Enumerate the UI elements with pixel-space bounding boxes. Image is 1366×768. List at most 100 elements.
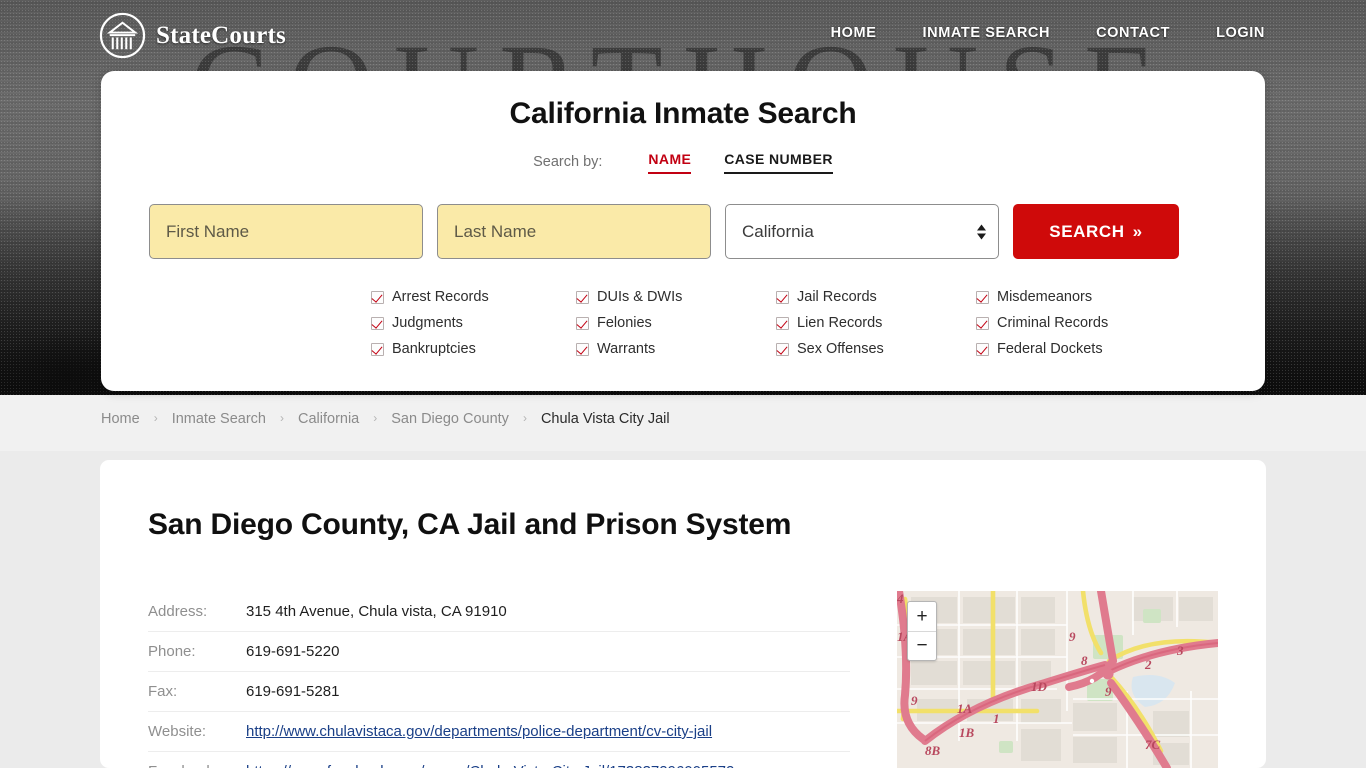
checkbox-checked-icon (976, 290, 989, 304)
checkbox-checked-icon (576, 342, 589, 356)
search-by-label: Search by: (533, 154, 603, 170)
feature-item: Warrants (576, 341, 776, 357)
feature-label: Federal Dockets (997, 341, 1103, 357)
checkbox-checked-icon (576, 290, 589, 304)
nav-item-inmate-search[interactable]: INMATE SEARCH (900, 25, 1074, 41)
search-button[interactable]: SEARCH » (1013, 204, 1179, 259)
feature-item: Sex Offenses (776, 341, 976, 357)
search-form: California SEARCH » (149, 204, 1217, 259)
tab-search-by-case-number[interactable]: CASE NUMBER (724, 151, 833, 174)
row-value: 619-691-5281 (246, 683, 340, 700)
chevron-right-icon: › (153, 411, 158, 425)
chevron-right-icon: › (373, 411, 378, 425)
feature-label: Arrest Records (392, 289, 489, 305)
search-by-tabs: Search by: NAME CASE NUMBER (101, 151, 1265, 174)
state-select[interactable]: California (725, 204, 999, 259)
feature-label: Jail Records (797, 289, 877, 305)
feature-label: Sex Offenses (797, 341, 884, 357)
brand-name: StateCourts (156, 21, 286, 49)
row-value-link: https://www.facebook.com/pages/Chula-Vis… (246, 752, 850, 768)
feature-item: Jail Records (776, 289, 976, 305)
svg-text:1D: 1D (1031, 679, 1048, 694)
checkbox-checked-icon (776, 290, 789, 304)
main-menu: HOME INMATE SEARCH CONTACT LOGIN (808, 25, 1288, 41)
page-title: San Diego County, CA Jail and Prison Sys… (148, 508, 792, 541)
checkbox-checked-icon (976, 342, 989, 356)
search-button-label: SEARCH (1049, 221, 1125, 241)
location-map[interactable]: 4 1A 9 8B 1B 1A 1 1D 8 9 9 2 3 7C + − (897, 591, 1218, 768)
svg-text:3: 3 (1176, 643, 1184, 658)
feature-item: Felonies (576, 315, 776, 331)
top-navigation-bar: StateCourts HOME INMATE SEARCH CONTACT L… (0, 0, 1366, 71)
feature-item: Misdemeanors (976, 289, 1181, 305)
svg-text:8B: 8B (925, 743, 941, 758)
facility-detail-card: San Diego County, CA Jail and Prison Sys… (100, 460, 1266, 768)
courthouse-circle-icon (99, 12, 146, 59)
checkbox-checked-icon (776, 342, 789, 356)
svg-text:9: 9 (911, 693, 918, 708)
svg-text:7C: 7C (1145, 737, 1161, 752)
svg-text:8: 8 (1081, 653, 1088, 668)
row-label: Fax: (148, 683, 178, 700)
feature-label: Misdemeanors (997, 289, 1093, 305)
chevron-right-icon: › (522, 411, 527, 425)
map-zoom-controls: + − (907, 601, 937, 661)
record-type-list: Arrest Records DUIs & DWIs Jail Records … (371, 289, 1181, 357)
svg-text:1A: 1A (957, 701, 973, 716)
nav-item-home[interactable]: HOME (808, 25, 900, 41)
table-row: Phone: 619-691-5220 (148, 632, 850, 672)
feature-item: Arrest Records (371, 289, 576, 305)
map-tiles: 4 1A 9 8B 1B 1A 1 1D 8 9 9 2 3 7C (897, 591, 1218, 768)
nav-item-login[interactable]: LOGIN (1193, 25, 1288, 41)
row-label: Address: (148, 603, 208, 620)
row-label: Facebook: (148, 752, 246, 768)
zoom-out-button[interactable]: − (908, 631, 936, 660)
feature-item: Bankruptcies (371, 341, 576, 357)
checkbox-checked-icon (371, 342, 384, 356)
table-row: Address: 315 4th Avenue, Chula vista, CA… (148, 592, 850, 632)
feature-item: Judgments (371, 315, 576, 331)
feature-label: Felonies (597, 315, 652, 331)
brand-logo-link[interactable]: StateCourts (99, 12, 286, 59)
feature-label: Bankruptcies (392, 341, 476, 357)
breadcrumb-item-california[interactable]: California (298, 411, 359, 427)
row-label: Phone: (148, 643, 196, 660)
checkbox-checked-icon (576, 316, 589, 330)
facility-info-table: Address: 315 4th Avenue, Chula vista, CA… (148, 592, 850, 768)
feature-label: DUIs & DWIs (597, 289, 683, 305)
row-value: 619-691-5220 (246, 643, 340, 660)
tab-search-by-name[interactable]: NAME (648, 151, 692, 174)
svg-text:9: 9 (1105, 684, 1112, 699)
facebook-link[interactable]: https://www.facebook.com/pages/Chula-Vis… (246, 763, 734, 768)
last-name-input[interactable] (437, 204, 711, 259)
feature-label: Warrants (597, 341, 656, 357)
breadcrumb-item-san-diego-county[interactable]: San Diego County (391, 411, 509, 427)
zoom-in-button[interactable]: + (908, 602, 936, 631)
row-value: 315 4th Avenue, Chula vista, CA 91910 (246, 603, 507, 620)
feature-item: Lien Records (776, 315, 976, 331)
checkbox-checked-icon (976, 316, 989, 330)
feature-label: Judgments (392, 315, 463, 331)
first-name-input[interactable] (149, 204, 423, 259)
feature-item: DUIs & DWIs (576, 289, 776, 305)
table-row: Facebook: https://www.facebook.com/pages… (148, 752, 850, 768)
feature-item: Criminal Records (976, 315, 1181, 331)
website-link[interactable]: http://www.chulavistaca.gov/departments/… (246, 723, 712, 740)
svg-text:4: 4 (897, 591, 904, 606)
svg-text:1: 1 (993, 711, 1000, 726)
table-row: Fax: 619-691-5281 (148, 672, 850, 712)
table-row: Website: http://www.chulavistaca.gov/dep… (148, 712, 850, 752)
feature-item: Federal Dockets (976, 341, 1181, 357)
breadcrumb-item-inmate-search[interactable]: Inmate Search (172, 411, 266, 427)
row-value-link: http://www.chulavistaca.gov/departments/… (246, 712, 850, 752)
breadcrumb-bar: Home › Inmate Search › California › San … (0, 395, 1366, 451)
breadcrumb-item-home[interactable]: Home (101, 411, 140, 427)
search-panel-title: California Inmate Search (509, 97, 857, 130)
inmate-search-panel: California Inmate Search Search by: NAME… (101, 71, 1265, 391)
checkbox-checked-icon (371, 290, 384, 304)
nav-item-contact[interactable]: CONTACT (1073, 25, 1193, 41)
checkbox-checked-icon (371, 316, 384, 330)
feature-label: Criminal Records (997, 315, 1109, 331)
chevron-right-icon: › (280, 411, 284, 425)
row-label: Website: (148, 723, 207, 740)
